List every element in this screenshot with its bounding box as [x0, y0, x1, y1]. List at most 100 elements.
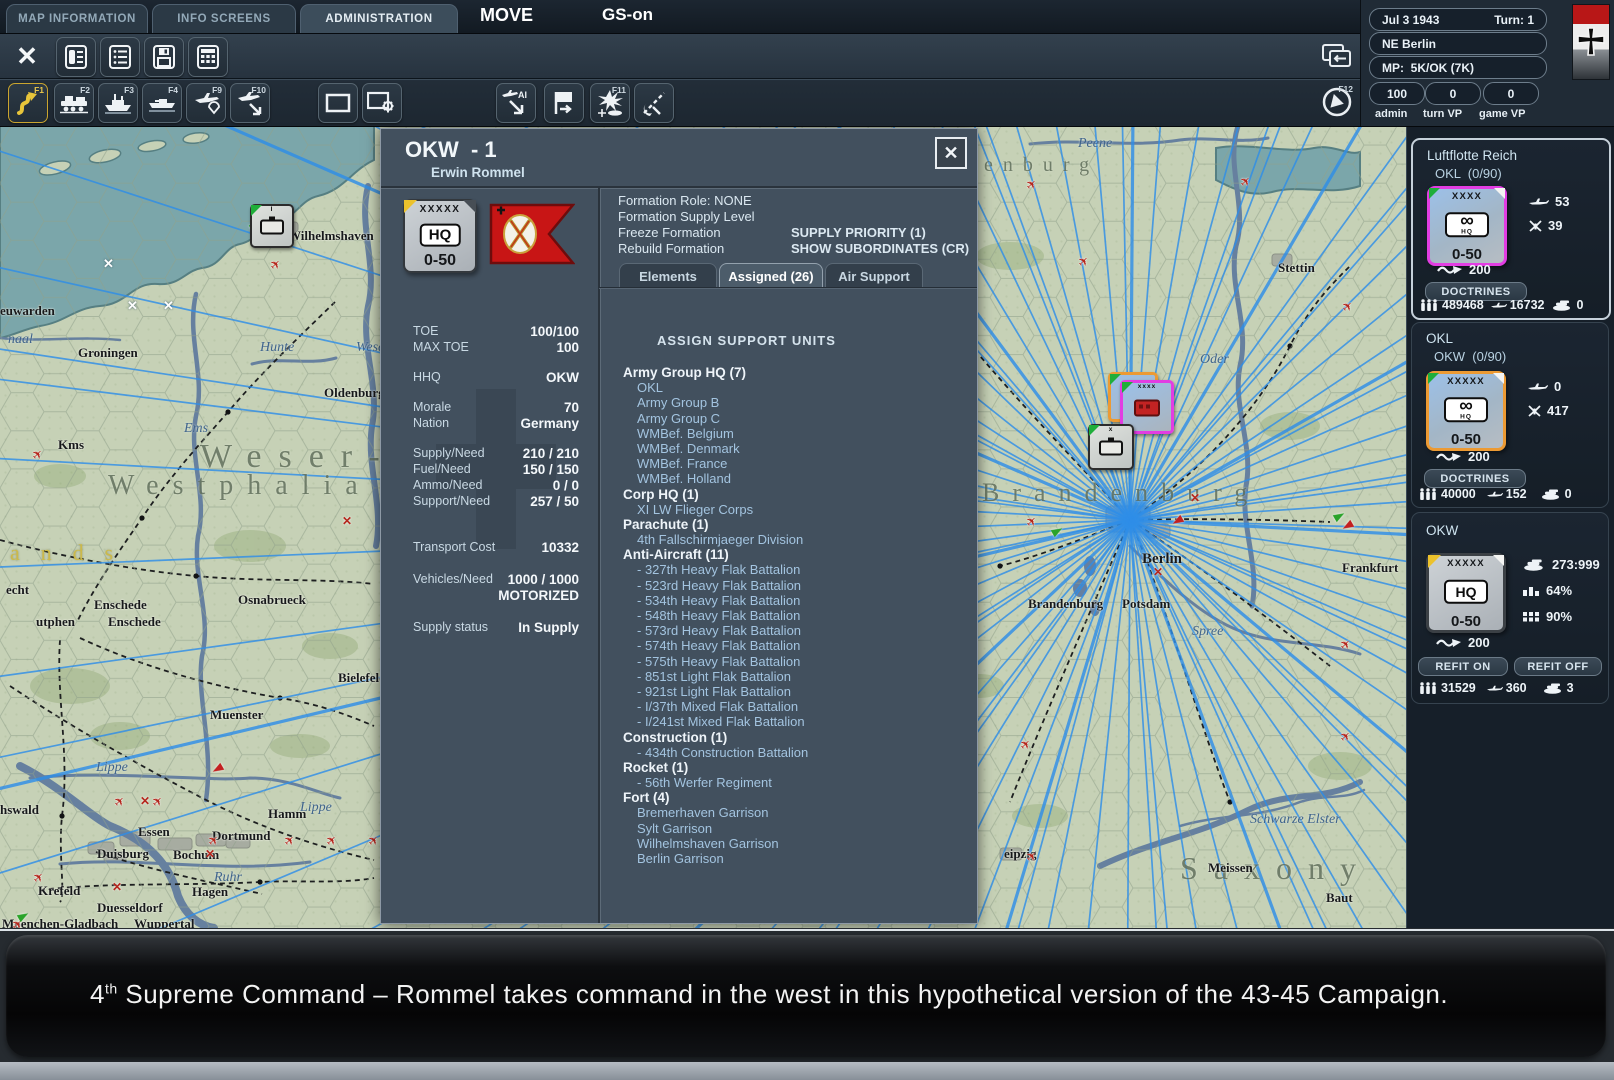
combat-resolution-button[interactable]: F11 — [590, 83, 630, 123]
assigned-unit-item[interactable]: - I/37th Mixed Flak Battalion — [623, 699, 963, 714]
tank-icon — [1522, 559, 1546, 571]
game-screen: euwarden Groningen Wilhelmshaven Oldenburg n… — [0, 0, 1614, 1080]
menu-gs-toggle[interactable]: GS-on — [602, 5, 653, 25]
assigned-unit-item[interactable]: - 851st Light Flak Battalion — [623, 669, 963, 684]
plane-count: 16732 — [1509, 298, 1545, 312]
assigned-unit-item[interactable]: - 534th Heavy Flak Battalion — [623, 593, 963, 608]
assigned-unit-item[interactable]: - 575th Heavy Flak Battalion — [623, 654, 963, 669]
assigned-unit-item[interactable]: Wilhelmshaven Garrison — [623, 836, 963, 851]
assign-support-units-button[interactable]: ASSIGN SUPPORT UNITS — [657, 333, 836, 348]
refit-off-button[interactable]: REFIT OFF — [1514, 657, 1602, 676]
assigned-unit-item[interactable]: Berlin Garrison — [623, 851, 963, 866]
airdrop-button[interactable]: F9 — [186, 83, 226, 123]
plane-icon — [1486, 490, 1503, 499]
unit-card-luftflotte-reich[interactable]: Luftflotte Reich OKL (0/90) XXXX ∞ HQ 0-5… — [1411, 138, 1611, 320]
sea-transport-button[interactable]: F3 — [98, 83, 138, 123]
nation-insignia — [1572, 4, 1610, 80]
tab-administration[interactable]: ADMINISTRATION — [300, 4, 458, 33]
stat-row: TOE 100/100 — [413, 323, 579, 339]
assigned-unit-item[interactable]: 4th Fallschirmjaeger Division — [623, 532, 963, 547]
end-turn-button[interactable]: F12 — [1318, 83, 1356, 121]
unit-totals: 40000 152 0 — [1418, 487, 1604, 501]
unit-card-okl[interactable]: OKL OKW (0/90) XXXXX ∞ HQ 0-50 0 417 200 … — [1411, 322, 1609, 508]
naval-mission-button[interactable]: F4 — [142, 83, 182, 123]
dialog-close-button[interactable]: ✕ — [935, 137, 967, 169]
show-subordinates[interactable]: SHOW SUBORDINATES (CR) — [791, 241, 969, 256]
flak-symbol — [1134, 399, 1160, 417]
report-button[interactable] — [56, 37, 96, 77]
cargo-ship-icon — [105, 94, 131, 114]
map-label: Stettin — [1278, 260, 1315, 275]
assigned-unit-item[interactable]: Sylt Garrison — [623, 821, 963, 836]
soviet-phase-button[interactable] — [634, 83, 674, 123]
men-icon — [1419, 299, 1439, 311]
assigned-unit-item[interactable]: - 548th Heavy Flak Battalion — [623, 608, 963, 623]
refit-on-button[interactable]: REFIT ON — [1418, 657, 1508, 676]
unit-group-header: Parachute (1) — [623, 516, 709, 532]
sidebar-counter-okw[interactable]: XXXXX HQ 0-50 — [1426, 553, 1506, 633]
airfield-icon: ✈ — [1338, 297, 1357, 316]
tank-icon — [1542, 683, 1564, 694]
swap-screen-button[interactable] — [1318, 37, 1356, 75]
unit-group-header: Fort (4) — [623, 790, 670, 806]
map-counter-wilhelmshaven-garrison[interactable]: I — [250, 204, 294, 248]
freeze-formation[interactable]: Freeze Formation — [618, 225, 721, 240]
move-mode-button[interactable]: F1 — [8, 83, 48, 123]
map-label: Duisburg — [97, 846, 150, 861]
tab-elements[interactable]: Elements — [619, 263, 717, 288]
hammer-sickle-icon — [643, 92, 665, 116]
formation-supply-level[interactable]: Formation Supply Level — [618, 209, 755, 224]
ai-air-button[interactable]: AI — [496, 83, 536, 123]
plane-front-icon — [1529, 219, 1542, 232]
unit-card-okw[interactable]: OKW XXXXX HQ 0-50 273:999 64% 90% 200 RE… — [1411, 512, 1609, 704]
rebuild-formation[interactable]: Rebuild Formation — [618, 241, 724, 256]
map-label: Oder — [1200, 352, 1229, 367]
doctrines-button[interactable]: DOCTRINES — [1424, 469, 1526, 488]
map-label: Essen — [138, 824, 170, 839]
assigned-unit-item[interactable]: - 523rd Heavy Flak Battalion — [623, 578, 963, 593]
assigned-unit-item[interactable]: WMBef. France — [623, 456, 963, 471]
map-label: Lippe — [96, 760, 128, 775]
hq-unit-counter: XXXXX HQ 0-50 — [403, 199, 477, 273]
map-counter-berlin-garrison[interactable]: x — [1088, 424, 1134, 470]
assigned-unit-item[interactable]: - 921st Light Flak Battalion — [623, 684, 963, 699]
assigned-unit-item[interactable]: - 56th Werfer Regiment — [623, 775, 963, 790]
objective-flag-button[interactable] — [544, 83, 584, 123]
svg-text:AI: AI — [518, 90, 527, 100]
air-hq-symbol: ∞ HQ — [1444, 396, 1488, 423]
tab-assigned[interactable]: Assigned (26) — [719, 263, 823, 288]
assigned-unit-item[interactable]: XI LW Flieger Corps — [623, 502, 963, 517]
list-button[interactable] — [100, 37, 140, 77]
oob-calculator-button[interactable] — [188, 37, 228, 77]
assigned-unit-item[interactable]: WMBef. Belgium — [623, 426, 963, 441]
menu-move[interactable]: MOVE — [480, 5, 533, 26]
assigned-unit-item[interactable]: - 434th Construction Battalion — [623, 745, 963, 760]
assigned-unit-item[interactable]: Army Group C — [623, 411, 963, 426]
sidebar-counter-okl[interactable]: XXXXX ∞ HQ 0-50 — [1426, 371, 1506, 451]
assigned-unit-item[interactable]: - 573rd Heavy Flak Battalion — [623, 623, 963, 638]
map-label: Muenster — [210, 707, 264, 722]
map-label: Wuppertal — [134, 916, 195, 928]
assigned-unit-item[interactable]: Bremerhaven Garrison — [623, 805, 963, 820]
assigned-unit-item[interactable]: WMBef. Denmark — [623, 441, 963, 456]
map-settings-button[interactable] — [362, 83, 402, 123]
hq-symbol: HQ — [419, 223, 461, 247]
assigned-unit-item[interactable]: WMBef. Holland — [623, 471, 963, 486]
select-box-button[interactable] — [318, 83, 358, 123]
sidebar-counter-luftflotte[interactable]: XXXX ∞ HQ 0-50 — [1427, 186, 1507, 266]
tab-info-screens[interactable]: INFO SCREENS — [152, 4, 296, 33]
supply-priority[interactable]: SUPPLY PRIORITY (1) — [791, 225, 926, 240]
save-button[interactable] — [144, 37, 184, 77]
assigned-unit-item[interactable]: - 327th Heavy Flak Battalion — [623, 562, 963, 577]
rail-move-button[interactable]: F2 — [54, 83, 94, 123]
assigned-unit-item[interactable]: - I/241st Mixed Flak Battalion — [623, 714, 963, 729]
movement-points: 200 — [1468, 449, 1490, 464]
air-transfer-button[interactable]: F10 — [230, 83, 270, 123]
tab-air-support[interactable]: Air Support — [825, 263, 923, 288]
tab-map-information[interactable]: MAP INFORMATION — [6, 4, 148, 33]
hq-symbol: HQ — [1444, 579, 1488, 604]
assigned-unit-item[interactable]: Army Group B — [623, 395, 963, 410]
assigned-unit-item[interactable]: OKL — [623, 380, 963, 395]
assigned-unit-item[interactable]: - 574th Heavy Flak Battalion — [623, 638, 963, 653]
close-turn-button[interactable]: ✕ — [8, 37, 46, 75]
